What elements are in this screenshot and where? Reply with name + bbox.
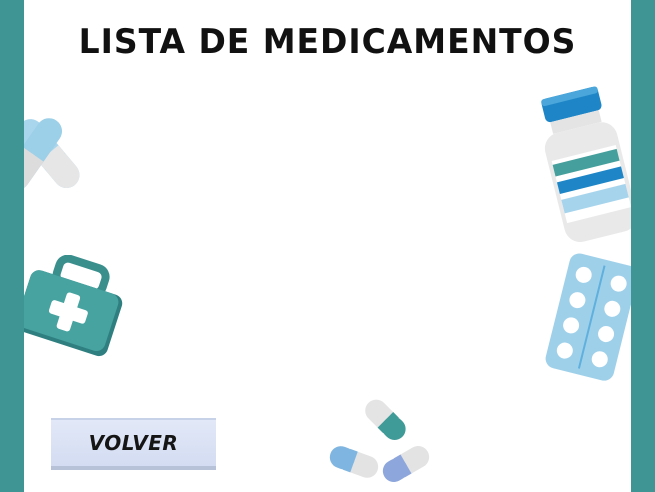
small-capsules-icon (329, 399, 430, 482)
pill-blister-icon (545, 253, 631, 381)
page-title: LISTA DE MEDICAMENTOS (78, 22, 577, 62)
medicine-bottle-icon (541, 86, 631, 242)
capsules-icon (24, 118, 80, 191)
back-button[interactable]: VOLVER (51, 418, 216, 470)
first-aid-kit-icon (24, 255, 123, 357)
back-button-label: VOLVER (88, 431, 179, 455)
